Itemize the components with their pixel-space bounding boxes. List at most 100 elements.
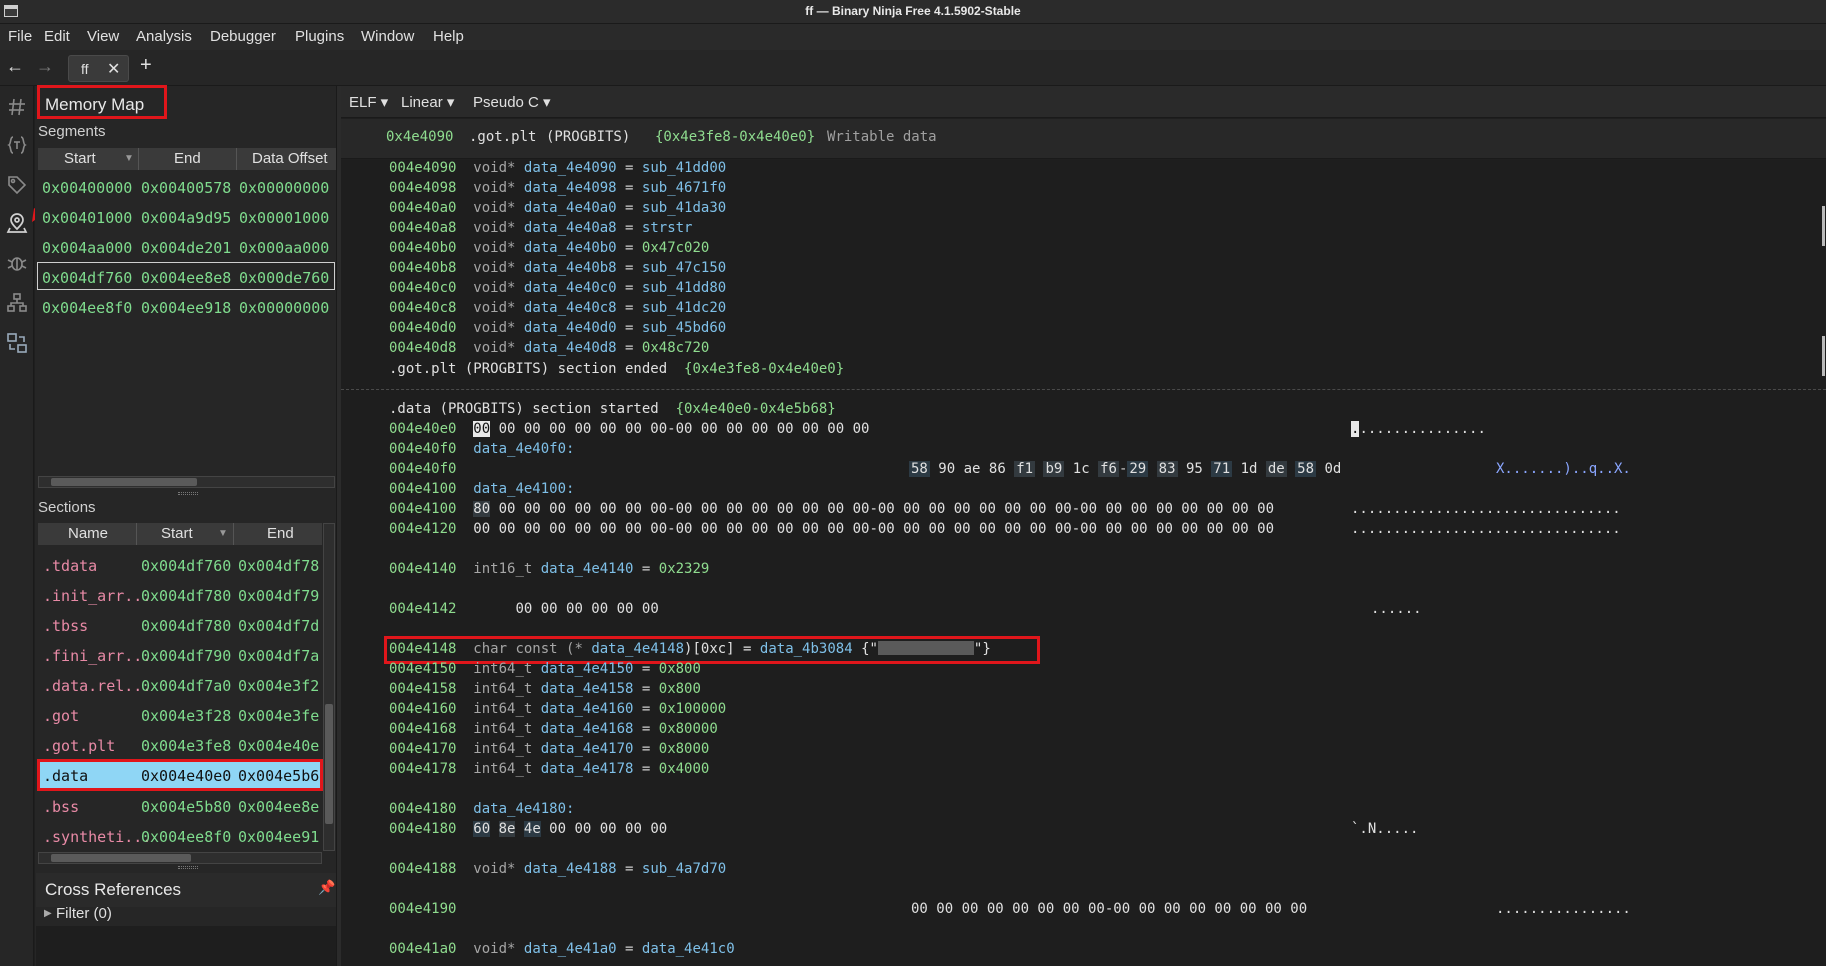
arch-dropdown[interactable]: ELF ▾ [349,93,388,111]
section-row[interactable]: .syntheti... 0x004ee8f0 0x004ee91 [37,821,321,851]
hierarchy-icon[interactable] [6,292,28,314]
string-pointer-highlight [384,636,1040,664]
sections-hscrollbar[interactable] [38,852,322,864]
label-line[interactable]: 004e4180 data_4e4180: [389,801,574,817]
sections-col-start[interactable]: Start [161,525,193,542]
section-start-line: .data (PROGBITS) section started {0x4e40… [389,401,836,417]
sections-col-end[interactable]: End [267,525,294,542]
hex-bytes[interactable]: 58 90 ae 86 f1 b9 1c f6-29 83 95 71 1d d… [909,461,1341,477]
hex-line[interactable]: 004e40f0 [389,461,456,477]
menu-view[interactable]: View [87,28,119,45]
sections-label: Sections [38,499,96,516]
tab-bar: ← → + [0,50,1826,86]
label-line[interactable]: 004e4100 data_4e4100: [389,481,574,497]
variables-swap-icon[interactable] [6,332,28,354]
segments-scrollbar[interactable] [38,476,335,488]
menu-plugins[interactable]: Plugins [295,28,344,45]
xref-filter[interactable]: Filter (0) [56,905,112,922]
hex-bytes[interactable]: 00 00 00 00 00 00 00 00-00 00 00 00 00 0… [911,901,1307,917]
sections-col-name[interactable]: Name [68,525,108,542]
section-row[interactable]: .tdata 0x004df760 0x004df78 [37,550,321,580]
code-line[interactable]: 004e40a8 void* data_4e40a8 = strstr [389,220,692,236]
debugger-bug-icon[interactable] [6,252,28,274]
section-row[interactable]: .bss 0x004e5b80 0x004ee8e [37,791,321,821]
pin-icon[interactable]: 📌 [318,879,335,896]
types-braces-icon[interactable] [6,134,28,156]
code-line[interactable]: 004e4178 int64_t data_4e4178 = 0x4000 [389,761,709,777]
hex-line[interactable]: 004e4180 60 8e 4e 00 00 00 00 00 [389,821,667,837]
forward-arrow-icon[interactable]: → [36,56,54,77]
scroll-marker [1822,206,1825,246]
code-line[interactable]: 004e4158 int64_t data_4e4158 = 0x800 [389,681,701,697]
menu-analysis[interactable]: Analysis [136,28,192,45]
segment-row[interactable]: 0x004aa000 0x004de201 0x000aa000 [37,233,335,261]
sort-down-icon: ▼ [124,153,134,164]
label-line[interactable]: 004e40f0 data_4e40f0: [389,441,574,457]
section-row[interactable]: .data.rel... 0x004df7a0 0x004e3f2 [37,670,321,700]
code-line[interactable]: 004e40c0 void* data_4e40c0 = sub_41dd80 [389,280,726,296]
section-row[interactable]: .got.plt 0x004e3fe8 0x004e40e [37,730,321,760]
code-line[interactable]: 004e4098 void* data_4e4098 = sub_4671f0 [389,180,726,196]
il-dropdown[interactable]: Pseudo C ▾ [473,93,551,111]
menu-debugger[interactable]: Debugger [210,28,276,45]
splitter-handle[interactable] [178,492,198,495]
ascii-dump: X.......)..q..X. [1496,461,1631,477]
segments-label: Segments [38,123,106,140]
segment-row[interactable]: 0x004ee8f0 0x004ee918 0x00000000 [37,293,335,321]
code-line[interactable]: 004e4140 int16_t data_4e4140 = 0x2329 [389,561,709,577]
title-bar: ff — Binary Ninja Free 4.1.5902-Stable [0,0,1826,24]
code-line[interactable]: 004e4188 void* data_4e4188 = sub_4a7d70 [389,861,726,877]
segment-row-selected[interactable]: 0x004df760 0x004ee8e8 0x000de760 [37,262,335,290]
segment-row[interactable]: 0x00400000 0x00400578 0x00000000 [37,173,335,201]
segments-col-end[interactable]: End [174,150,201,167]
code-line[interactable]: 004e4150 int64_t data_4e4150 = 0x800 [389,661,701,677]
new-tab-plus-icon[interactable]: + [140,54,152,77]
code-line[interactable]: 004e4168 int64_t data_4e4168 = 0x80000 [389,721,718,737]
code-line[interactable]: 004e40b0 void* data_4e40b0 = 0x47c020 [389,240,709,256]
back-arrow-icon[interactable]: ← [6,56,24,77]
menu-help[interactable]: Help [433,28,464,45]
cursor-byte: 00 [473,421,491,437]
code-line[interactable]: 004e40d0 void* data_4e40d0 = sub_45bd60 [389,320,726,336]
view-type-dropdown[interactable]: Linear ▾ [401,93,454,111]
hash-icon[interactable] [6,96,28,118]
section-row[interactable]: .tbss 0x004df780 0x004df7d [37,610,321,640]
sections-header: Name Start ▼ End [38,523,322,545]
section-divider [341,389,1826,390]
code-line[interactable]: 004e4160 int64_t data_4e4160 = 0x100000 [389,701,726,717]
segment-row[interactable]: 0x00401000 0x004a9d95 0x00001000 [37,203,335,231]
code-line[interactable]: 004e40d8 void* data_4e40d8 = 0x48c720 [389,340,709,356]
tag-icon[interactable] [6,174,28,196]
segments-col-offset[interactable]: Data Offset [252,150,328,167]
segments-col-start[interactable]: Start [64,150,96,167]
hex-line[interactable]: 004e40e0 00 00 00 00 00 00 00 00-00 00 0… [389,421,869,437]
window-title: ff — Binary Ninja Free 4.1.5902-Stable [805,4,1021,18]
menu-file[interactable]: File [8,28,32,45]
menu-window[interactable]: Window [361,28,414,45]
code-line[interactable]: 004e4090 void* data_4e4090 = sub_41dd00 [389,160,726,176]
section-info-bar: 0x4e4090 .got.plt (PROGBITS) {0x4e3fe8-0… [341,119,1826,159]
hex-line[interactable]: 004e4100 80 00 00 00 00 00 00 00-00 00 0… [389,501,1274,517]
code-line[interactable]: 004e40b8 void* data_4e40b8 = sub_47c150 [389,260,726,276]
hex-line[interactable]: 004e4190 [389,901,456,917]
code-line[interactable]: 004e40a0 void* data_4e40a0 = sub_41da30 [389,200,726,216]
memory-map-pin-icon[interactable] [6,212,28,234]
splitter-handle[interactable] [178,866,198,869]
section-row[interactable]: .fini_arr... 0x004df790 0x004df7a [37,640,321,670]
section-name: .got.plt [469,129,537,145]
tab-ff[interactable]: ff ✕ [68,55,129,82]
code-line[interactable]: 004e40c8 void* data_4e40c8 = sub_41dc20 [389,300,726,316]
code-line[interactable]: 004e4170 int64_t data_4e4170 = 0x8000 [389,741,709,757]
menu-edit[interactable]: Edit [44,28,70,45]
section-kind: (PROGBITS) [546,129,631,145]
section-desc: Writable data [827,129,937,145]
section-row[interactable]: .got 0x004e3f28 0x004e3fe [37,700,321,730]
sections-vscrollbar[interactable] [323,523,335,851]
hex-line[interactable]: 004e4142 00 00 00 00 00 00 [389,601,659,617]
section-row[interactable]: .init_arr... 0x004df780 0x004df79 [37,580,321,610]
code-line[interactable]: 004e41a0 void* data_4e41a0 = data_4e41c0 [389,941,735,957]
expand-triangle-icon[interactable]: ▶ [44,908,52,919]
section-range: {0x4e3fe8-0x4e40e0} [655,129,816,145]
hex-line[interactable]: 004e4120 00 00 00 00 00 00 00 00-00 00 0… [389,521,1274,537]
close-tab-icon[interactable]: ✕ [107,59,120,79]
